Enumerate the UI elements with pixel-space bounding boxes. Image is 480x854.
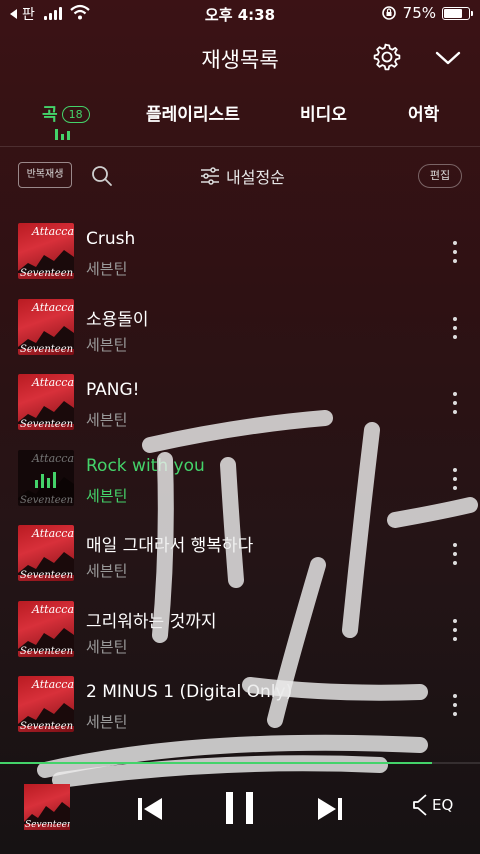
album-art-top-text: Attacca <box>32 300 74 314</box>
eq-button[interactable]: EQ <box>412 792 453 818</box>
album-art-bottom-text: Seventeen <box>20 570 74 581</box>
song-artist: 세븐틴 <box>86 411 128 429</box>
song-artist: 세븐틴 <box>86 713 128 731</box>
tab-songs-label: 곡 <box>42 105 58 125</box>
header: 재생목록 <box>0 36 480 80</box>
album-art: Attacca Seventeen <box>18 374 74 430</box>
song-title: 소용돌이 <box>86 309 149 330</box>
song-artist: 세븐틴 <box>86 260 128 278</box>
song-title: Rock with you <box>86 455 205 476</box>
album-art-top-text: Attacca <box>32 678 74 691</box>
more-options-icon[interactable] <box>452 543 458 565</box>
more-options-icon[interactable] <box>452 467 458 490</box>
song-count-badge: 18 <box>61 106 90 123</box>
more-options-icon[interactable] <box>452 694 458 716</box>
album-art: Attacca Seventeen <box>18 298 74 355</box>
song-row[interactable]: Attacca Seventeen 그리워하는 것까지세븐틴 <box>0 593 480 668</box>
album-art-top-text: Attacca <box>32 225 74 238</box>
now-playing-equalizer-icon <box>35 471 59 488</box>
previous-icon[interactable] <box>130 788 170 828</box>
more-options-icon[interactable] <box>452 392 458 414</box>
album-art-bottom-text: Seventeen <box>20 343 74 355</box>
song-row[interactable]: Attacca Seventeen PANG! 세븐틴 <box>0 366 480 441</box>
album-art-bottom-text: Seventeen <box>25 820 70 830</box>
song-title: 매일 그대라서 행복하다 <box>86 536 254 556</box>
search-icon[interactable] <box>90 164 114 188</box>
active-tab-equalizer-icon <box>55 128 73 140</box>
album-art: Attacca Seventeen <box>18 600 74 657</box>
song-artist: 세븐틴 <box>86 486 128 505</box>
album-art-top-text: Attacca <box>32 602 74 616</box>
album-art-bottom-text: Seventeen <box>20 721 74 732</box>
song-row[interactable]: Attacca Seventeen 소용돌이세븐틴 <box>0 291 480 366</box>
repeat-button[interactable]: 반복재생 <box>18 162 72 188</box>
pause-icon[interactable] <box>220 788 260 828</box>
album-art-bottom-text: Seventeen <box>20 419 74 430</box>
eq-speaker-icon <box>413 794 427 816</box>
tab-bar: 곡 18 플레이리스트 비디오 어학 <box>0 96 480 142</box>
song-artist: 세븐틴 <box>86 562 128 580</box>
battery-icon <box>442 6 473 20</box>
tab-playlists[interactable]: 플레이리스트 <box>146 100 240 125</box>
album-art: AttaccaSeventeen <box>18 449 74 506</box>
more-options-icon[interactable] <box>452 618 458 641</box>
tab-divider <box>0 146 480 147</box>
eq-label: EQ <box>432 796 454 814</box>
sort-button[interactable]: 내설정순 <box>200 164 285 188</box>
sort-label: 내설정순 <box>226 168 285 187</box>
mini-player: Seventeen EQ <box>0 764 480 854</box>
song-artist: 세븐틴 <box>86 335 128 354</box>
song-title: 그리워하는 것까지 <box>86 611 217 632</box>
more-options-icon[interactable] <box>452 241 458 263</box>
sort-sliders-icon <box>201 167 219 185</box>
chevron-down-icon[interactable] <box>434 46 462 68</box>
battery-percent: 75% <box>402 4 436 22</box>
song-title: 2 MINUS 1 (Digital Only) <box>86 682 293 702</box>
album-art: Attacca Seventeen <box>18 223 74 279</box>
now-playing-album-art[interactable]: Seventeen <box>24 784 70 830</box>
tab-language[interactable]: 어학 <box>408 100 439 125</box>
song-row[interactable]: Attacca Seventeen Crush 세븐틴 <box>0 215 480 290</box>
album-art: Attacca Seventeen <box>18 525 74 581</box>
gear-icon[interactable] <box>372 42 402 72</box>
album-art-top-text: Attacca <box>32 527 74 540</box>
more-options-icon[interactable] <box>452 316 458 339</box>
edit-button[interactable]: 편집 <box>418 164 462 188</box>
list-toolbar: 반복재생 내설정순 편집 <box>0 156 480 196</box>
orientation-lock-icon <box>381 6 396 20</box>
song-artist: 세븐틴 <box>86 637 128 656</box>
tab-videos[interactable]: 비디오 <box>300 100 347 125</box>
page-title: 재생목록 <box>201 48 279 72</box>
next-icon[interactable] <box>310 788 350 828</box>
song-title: PANG! <box>86 380 140 400</box>
album-art: Attacca Seventeen <box>18 676 74 732</box>
album-art-bottom-text: Seventeen <box>20 645 74 657</box>
song-row[interactable]: Attacca Seventeen 매일 그대라서 행복하다세븐틴 <box>0 517 480 592</box>
song-row[interactable]: AttaccaSeventeen Rock with you 세븐틴 <box>0 442 480 517</box>
song-title: Crush <box>86 229 136 249</box>
tab-songs[interactable]: 곡 18 <box>42 100 90 125</box>
album-art-bottom-text: Seventeen <box>20 268 74 279</box>
album-art-top-text: Attacca <box>32 376 74 389</box>
status-bar: 판 오후 4:38 75% <box>0 0 480 28</box>
song-row[interactable]: Attacca Seventeen 2 MINUS 1 (Digital Only)… <box>0 668 480 743</box>
